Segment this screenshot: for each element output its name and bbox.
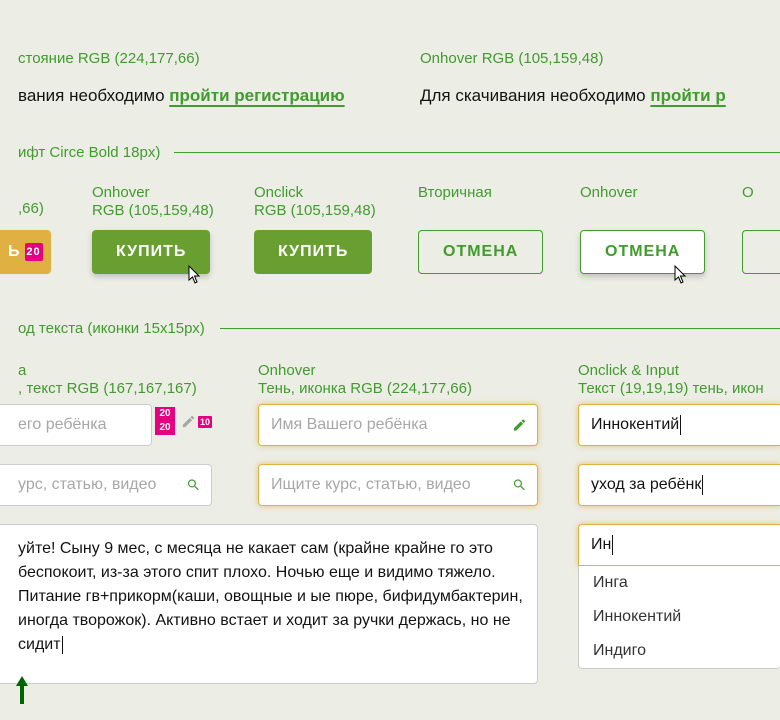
autocomplete-value: Ин	[591, 536, 611, 554]
register-link-left[interactable]: пройти регистрацию	[169, 86, 344, 105]
btn-label-click-rgb: RGB (105,159,48)	[254, 202, 376, 219]
btn-label-sec-click: O	[742, 184, 754, 201]
input-label-click-desc: Текст (19,19,19) тень, икон	[578, 380, 764, 397]
name-placeholder: Имя Вашего ребёнка	[271, 416, 428, 434]
comment-text: уйте! Сыну 9 мес, с месяца не какает сам…	[18, 540, 523, 653]
btn-label-partial: ,66)	[18, 200, 44, 217]
section2-title: ифт Circe Bold 18px)	[18, 144, 160, 161]
badge-20: 20	[25, 243, 43, 261]
search-input-hover[interactable]: Ищите курс, статью, видео	[258, 464, 538, 506]
caret-2	[702, 475, 703, 495]
cancel-button-hover[interactable]: ОТМЕНА	[580, 230, 705, 274]
cal-badge-top: 20	[155, 407, 175, 421]
input-label-click: Onclick & Input	[578, 362, 679, 379]
name-input-active[interactable]: Иннокентий	[578, 404, 780, 446]
comment-textarea[interactable]: уйте! Сыну 9 мес, с месяца не какает сам…	[0, 524, 538, 684]
cancel-button[interactable]: ОТМЕНА	[418, 230, 543, 274]
section3-divider	[220, 328, 780, 329]
search-value: уход за ребёнк	[591, 476, 701, 494]
download-prefix-right: Для скачивания необходимо	[420, 86, 650, 105]
download-text-right: Для скачивания необходимо пройти р	[420, 86, 726, 106]
btn-label-hover-rgb: RGB (105,159,48)	[92, 202, 214, 219]
caret-1	[680, 415, 681, 435]
search-icon-1[interactable]	[186, 478, 201, 493]
name-placeholder-cut: его ребёнка	[18, 416, 107, 434]
caret-3	[62, 636, 63, 654]
state-label-left: стояние RGB (224,177,66)	[18, 50, 200, 67]
dropdown-item-0[interactable]: Инга	[579, 566, 780, 600]
section2-divider	[174, 152, 780, 153]
btn-label-sec-hover: Onhover	[580, 184, 638, 201]
cal-badge-bot: 20	[155, 421, 175, 435]
btn-label-click: Onclick	[254, 184, 303, 201]
search-icon-2[interactable]	[512, 478, 527, 493]
arrow-up-icon	[14, 676, 30, 704]
pencil-tiny-icon	[181, 414, 196, 429]
section3-title: од текста (иконки 15х15рх)	[18, 320, 205, 337]
autocomplete-dropdown: Инга Иннокентий Индиго	[578, 566, 780, 669]
search-placeholder-cut: урс, статью, видео	[18, 476, 156, 494]
dropdown-item-1[interactable]: Иннокентий	[579, 600, 780, 634]
cancel-button-click-cut[interactable]	[742, 230, 780, 274]
buy-button-partial-text: Ь	[8, 243, 21, 261]
dropdown-item-2[interactable]: Индиго	[579, 634, 780, 668]
name-input-hover[interactable]: Имя Вашего ребёнка	[258, 404, 538, 446]
input-label-hover: Onhover	[258, 362, 316, 379]
buy-button-partial[interactable]: Ь 20	[0, 230, 51, 274]
caret-4	[612, 535, 613, 555]
autocomplete-input[interactable]: Ин	[578, 524, 780, 566]
btn-label-secondary: Вторичная	[418, 184, 492, 201]
buy-button-click[interactable]: КУПИТЬ	[254, 230, 372, 274]
buy-button-hover[interactable]: КУПИТЬ	[92, 230, 210, 274]
name-input-default[interactable]: его ребёнка	[0, 404, 152, 446]
pencil-icon	[512, 418, 527, 433]
download-text-left: вания необходимо пройти регистрацию	[18, 86, 345, 106]
input-label-hover-desc: Тень, иконка RGB (224,177,66)	[258, 380, 472, 397]
search-placeholder: Ищите курс, статью, видео	[271, 476, 471, 494]
search-input-active[interactable]: уход за ребёнк	[578, 464, 780, 506]
badge-10: 10	[198, 416, 212, 428]
state-label-right: Onhover RGB (105,159,48)	[420, 50, 603, 67]
input-label-left-rgb: , текст RGB (167,167,167)	[18, 380, 197, 397]
btn-label-hover: Onhover	[92, 184, 150, 201]
register-link-right[interactable]: пройти р	[650, 86, 725, 105]
input-label-left-cut: а	[18, 362, 26, 379]
name-value: Иннокентий	[591, 416, 679, 434]
download-prefix-left: вания необходимо	[18, 86, 169, 105]
search-input-default[interactable]: урс, статью, видео	[0, 464, 212, 506]
